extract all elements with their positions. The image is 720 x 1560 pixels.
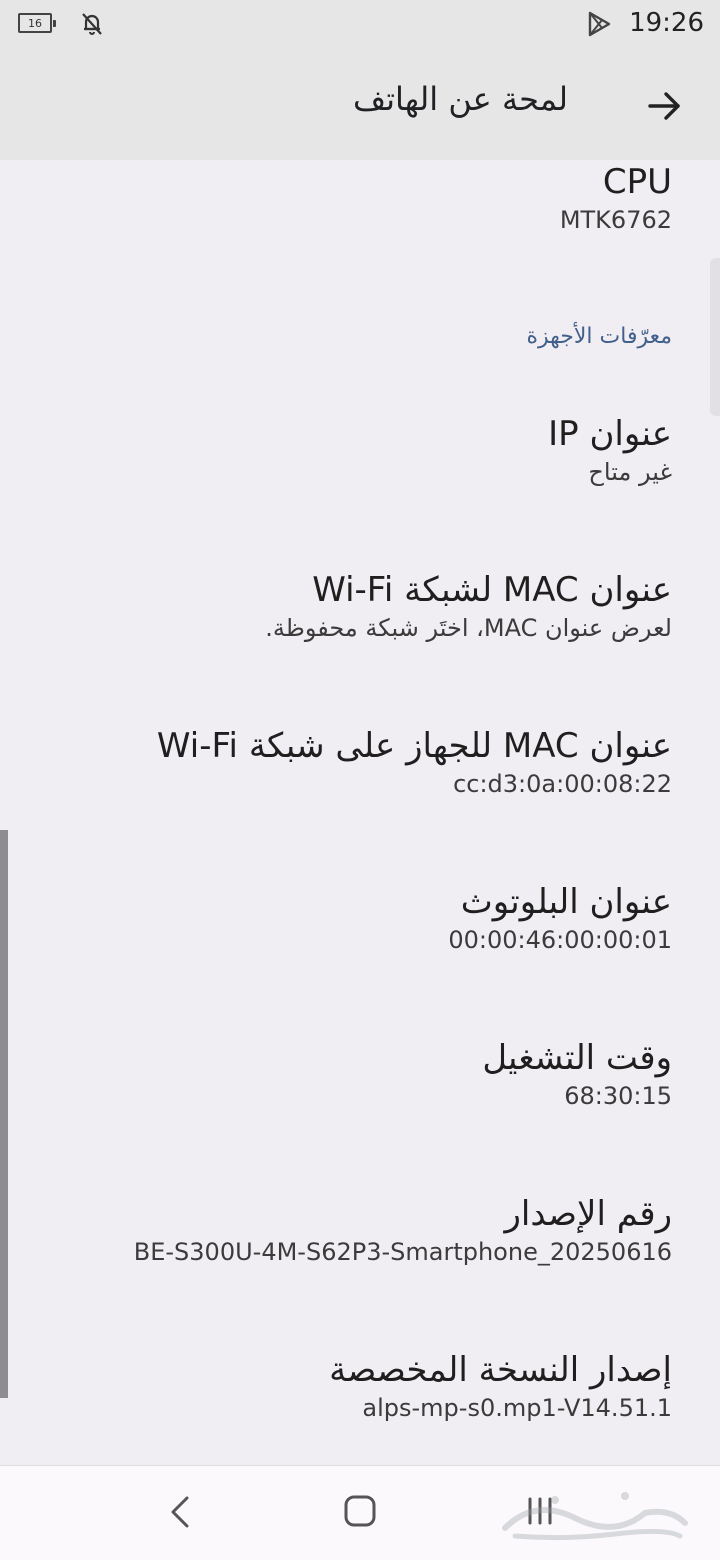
pref-title: عنوان البلوتوث xyxy=(460,882,672,922)
pref-summary: alps-mp-s0.mp1-V14.51.1 xyxy=(362,1394,672,1422)
battery-icon: 16 xyxy=(18,13,56,33)
pref-title: CPU xyxy=(602,162,672,202)
pref-summary: غير متاح xyxy=(588,458,672,486)
clock: 19:26 xyxy=(629,8,704,38)
pref-custom-build-version[interactable]: إصدار النسخة المخصصة alps-mp-s0.mp1-V14.… xyxy=(40,1348,672,1424)
status-bar: 16 19:26 xyxy=(0,0,720,50)
pref-device-wifi-mac[interactable]: عنوان MAC للجهاز على شبكة Wi-Fi 00:08:22… xyxy=(40,724,672,800)
nav-back-icon[interactable] xyxy=(165,1494,195,1530)
battery-level: 16 xyxy=(28,16,42,30)
pref-ip-address[interactable]: عنوان IP غير متاح xyxy=(40,412,672,488)
watermark-logo xyxy=(502,1492,688,1541)
pref-summary: BE-S300U-4M-S62P3-Smartphone_20250616 xyxy=(133,1238,672,1266)
category-device-identifiers: معرّفات الأجهزة xyxy=(526,324,672,349)
pref-uptime[interactable]: وقت التشغيل 68:30:15 xyxy=(40,1036,672,1112)
pref-title: رقم الإصدار xyxy=(504,1194,672,1234)
pref-title: عنوان MAC للجهاز على شبكة Wi-Fi xyxy=(156,726,672,766)
app-bar: لمحة عن الهاتف xyxy=(0,50,720,160)
pref-title: إصدار النسخة المخصصة xyxy=(329,1350,672,1390)
pref-summary: 68:30:15 xyxy=(564,1082,672,1110)
pref-title: وقت التشغيل xyxy=(482,1038,672,1078)
pref-bluetooth-address[interactable]: عنوان البلوتوث 00:00:46:00:00:01 xyxy=(40,880,672,956)
play-store-icon xyxy=(588,11,611,37)
pref-title: عنوان MAC لشبكة Wi-Fi xyxy=(312,570,672,610)
settings-list[interactable]: CPU MTK6762 معرّفات الأجهزة عنوان IP غير… xyxy=(0,160,720,1465)
bell-off-icon xyxy=(82,13,102,35)
pref-cpu[interactable]: CPU MTK6762 xyxy=(40,160,672,236)
edge-scrollbar[interactable] xyxy=(0,830,8,1398)
back-arrow-icon[interactable] xyxy=(644,86,684,126)
pref-wifi-mac[interactable]: عنوان MAC لشبكة Wi-Fi لعرض عنوان MAC، اخ… xyxy=(40,568,672,644)
nav-home-icon[interactable] xyxy=(343,1494,377,1528)
pref-summary: MTK6762 xyxy=(559,206,672,234)
pref-title: عنوان IP xyxy=(548,414,672,454)
pref-summary: 00:00:46:00:00:01 xyxy=(448,926,672,954)
pref-summary: 00:08:22:cc:d3:0a xyxy=(453,770,672,798)
pref-summary: لعرض عنوان MAC، اختَر شبكة محفوظة. xyxy=(265,614,672,642)
page-title: لمحة عن الهاتف xyxy=(352,80,568,118)
scrollbar-thumb[interactable] xyxy=(710,258,720,416)
pref-build-number[interactable]: رقم الإصدار BE-S300U-4M-S62P3-Smartphone… xyxy=(40,1192,672,1268)
